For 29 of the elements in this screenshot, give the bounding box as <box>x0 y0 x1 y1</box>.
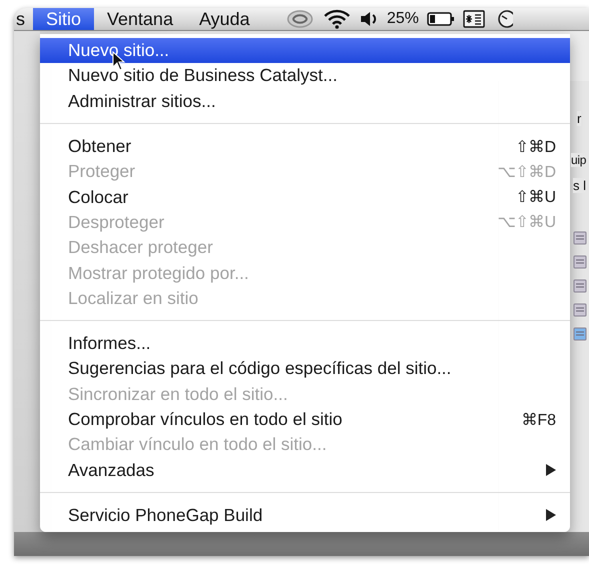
submenu-arrow-icon <box>546 509 556 522</box>
panel-label: uip <box>571 153 586 167</box>
menu-bar-item[interactable]: Ventana <box>94 8 186 30</box>
menu-item[interactable]: Servicio PhoneGap Build <box>40 502 570 528</box>
battery-icon[interactable] <box>426 11 455 27</box>
menu-item[interactable]: Avanzadas <box>40 457 570 483</box>
menu-item[interactable]: Colocar ⇧⌘U <box>40 184 570 210</box>
wifi-icon[interactable] <box>322 9 351 29</box>
menu-item[interactable]: Administrar sitios... <box>40 88 570 114</box>
menu-item[interactable]: Informes... <box>40 330 570 356</box>
file-icon <box>573 255 587 269</box>
menu-bar-item[interactable]: Ayuda <box>186 8 263 30</box>
menu-item[interactable]: Nuevo sitio... <box>40 38 570 64</box>
menu-item[interactable]: Sugerencias para el código específicas del sitio... <box>40 356 570 382</box>
speaker-icon[interactable] <box>358 10 379 28</box>
battery-percent: 25% <box>386 10 419 28</box>
file-icon <box>573 303 587 317</box>
file-icon <box>573 231 587 245</box>
sync-icon[interactable] <box>284 9 315 29</box>
keyboard-icon[interactable] <box>462 10 485 28</box>
submenu-arrow-icon <box>546 464 556 476</box>
menu-item[interactable]: Comprobar vínculos en todo el sitio ⌘F8 <box>40 406 570 432</box>
menu-item[interactable]: Nuevo sitio de Business Catalyst... <box>40 63 570 89</box>
menu-item[interactable]: Obtener ⇧⌘D <box>40 134 570 160</box>
file-icon <box>573 327 587 341</box>
file-icon <box>573 279 587 293</box>
panel-label: s l <box>573 178 586 193</box>
menu-bar-item[interactable]: s <box>14 8 33 30</box>
menu-bar-item[interactable]: Sitio <box>33 8 94 30</box>
